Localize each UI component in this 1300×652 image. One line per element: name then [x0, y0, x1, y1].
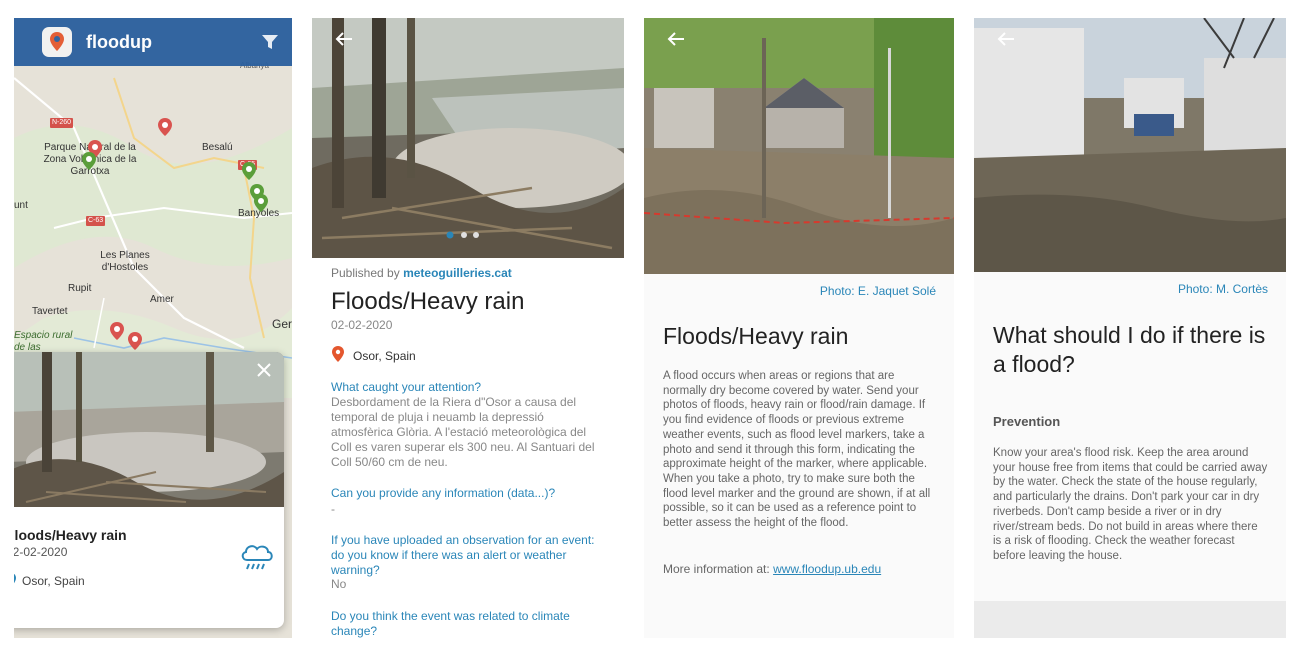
event-photo [312, 18, 624, 258]
map-screen: Albanyà Besalú Parque Natural de la Zona… [14, 18, 292, 638]
info-screen: Photo: E. Jaquet Solé Floods/Heavy rain … [644, 18, 954, 638]
advice-screen: Photo: M. Cortès What should I do if the… [974, 18, 1286, 638]
map-label-planes: Les Planes d'Hostoles [100, 250, 150, 273]
answer-alert: No [331, 577, 347, 591]
back-arrow-icon[interactable] [666, 30, 686, 48]
map-label-amer: Amer [150, 294, 174, 305]
question-attention: What caught your attention? [331, 380, 482, 394]
map-label-rupit: Rupit [68, 283, 92, 294]
map-pin-icon[interactable] [82, 152, 96, 170]
map-pin-icon[interactable] [128, 332, 142, 350]
map-label-tavertet: Tavertet [32, 306, 68, 317]
event-title: Floods/Heavy rain [331, 288, 525, 315]
photo-credit: Photo: E. Jaquet Solé [819, 284, 936, 298]
more-info-prefix: More information at: [663, 562, 770, 576]
map-pin-icon[interactable] [158, 118, 172, 136]
app-title: floodup [86, 32, 152, 52]
map-pin-icon[interactable] [242, 162, 256, 180]
back-arrow-icon[interactable] [996, 30, 1016, 48]
event-location: Osor, Spain [353, 349, 416, 363]
app-logo [42, 27, 72, 57]
flooded-street-photo [974, 18, 1286, 272]
close-icon[interactable] [254, 360, 274, 380]
more-info: More information at: www.floodup.ub.edu [663, 562, 881, 576]
map-pin-logo-icon [50, 32, 64, 51]
publisher-link[interactable]: meteoguilleries.cat [403, 266, 512, 280]
map-pin-icon[interactable] [110, 322, 124, 340]
info-body: A flood occurs when areas or regions tha… [663, 370, 931, 530]
app-bar: floodup [14, 18, 292, 66]
info-title: Floods/Heavy rain [663, 323, 849, 349]
road-c63: C-63 [86, 216, 106, 226]
card-date: 02-02-2020 [14, 545, 68, 559]
carousel-dots[interactable] [446, 230, 486, 240]
question-information: Can you provide any information (data...… [331, 486, 556, 500]
location-pin-icon [14, 573, 16, 584]
flood-photo [644, 18, 954, 274]
photo-credit: Photo: M. Cortès [1177, 282, 1268, 296]
event-date: 02-02-2020 [331, 318, 393, 332]
footer-bar [974, 601, 1286, 638]
map-label-espacio: Espacio rural de las [14, 330, 73, 353]
prevention-body: Know your area's flood risk. Keep the ar… [993, 447, 1268, 562]
map-label-besalu: Besalú [202, 142, 233, 153]
location-pin-icon [332, 346, 344, 362]
question-alert: If you have uploaded an observation for … [331, 533, 595, 577]
filter-icon[interactable] [260, 32, 280, 52]
event-card[interactable]: Floods/Heavy rain 02-02-2020 Osor, Spain [14, 352, 284, 628]
prevention-heading: Prevention [993, 414, 1061, 429]
map-label-ger: Ger [272, 317, 292, 331]
published-prefix: Published by [331, 266, 400, 280]
card-title: Floods/Heavy rain [14, 527, 127, 543]
road-n260: N-260 [50, 118, 74, 128]
event-photo [14, 352, 284, 507]
map-label-unt: unt [14, 200, 28, 211]
answer-attention: Desbordament de la Riera d"Osor a causa … [331, 395, 595, 469]
answer-information: - [331, 502, 335, 516]
more-info-link[interactable]: www.floodup.ub.edu [773, 562, 881, 576]
rain-cloud-icon [241, 545, 273, 570]
published-by: Published by meteoguilleries.cat [331, 266, 512, 280]
advice-title: What should I do if there is a flood? [993, 322, 1266, 377]
map-pin-icon[interactable] [254, 194, 268, 212]
card-location: Osor, Spain [22, 574, 85, 588]
question-climate: Do you think the event was related to cl… [331, 609, 570, 638]
back-arrow-icon[interactable] [334, 30, 354, 48]
detail-screen: Published by meteoguilleries.cat Floods/… [312, 18, 624, 638]
